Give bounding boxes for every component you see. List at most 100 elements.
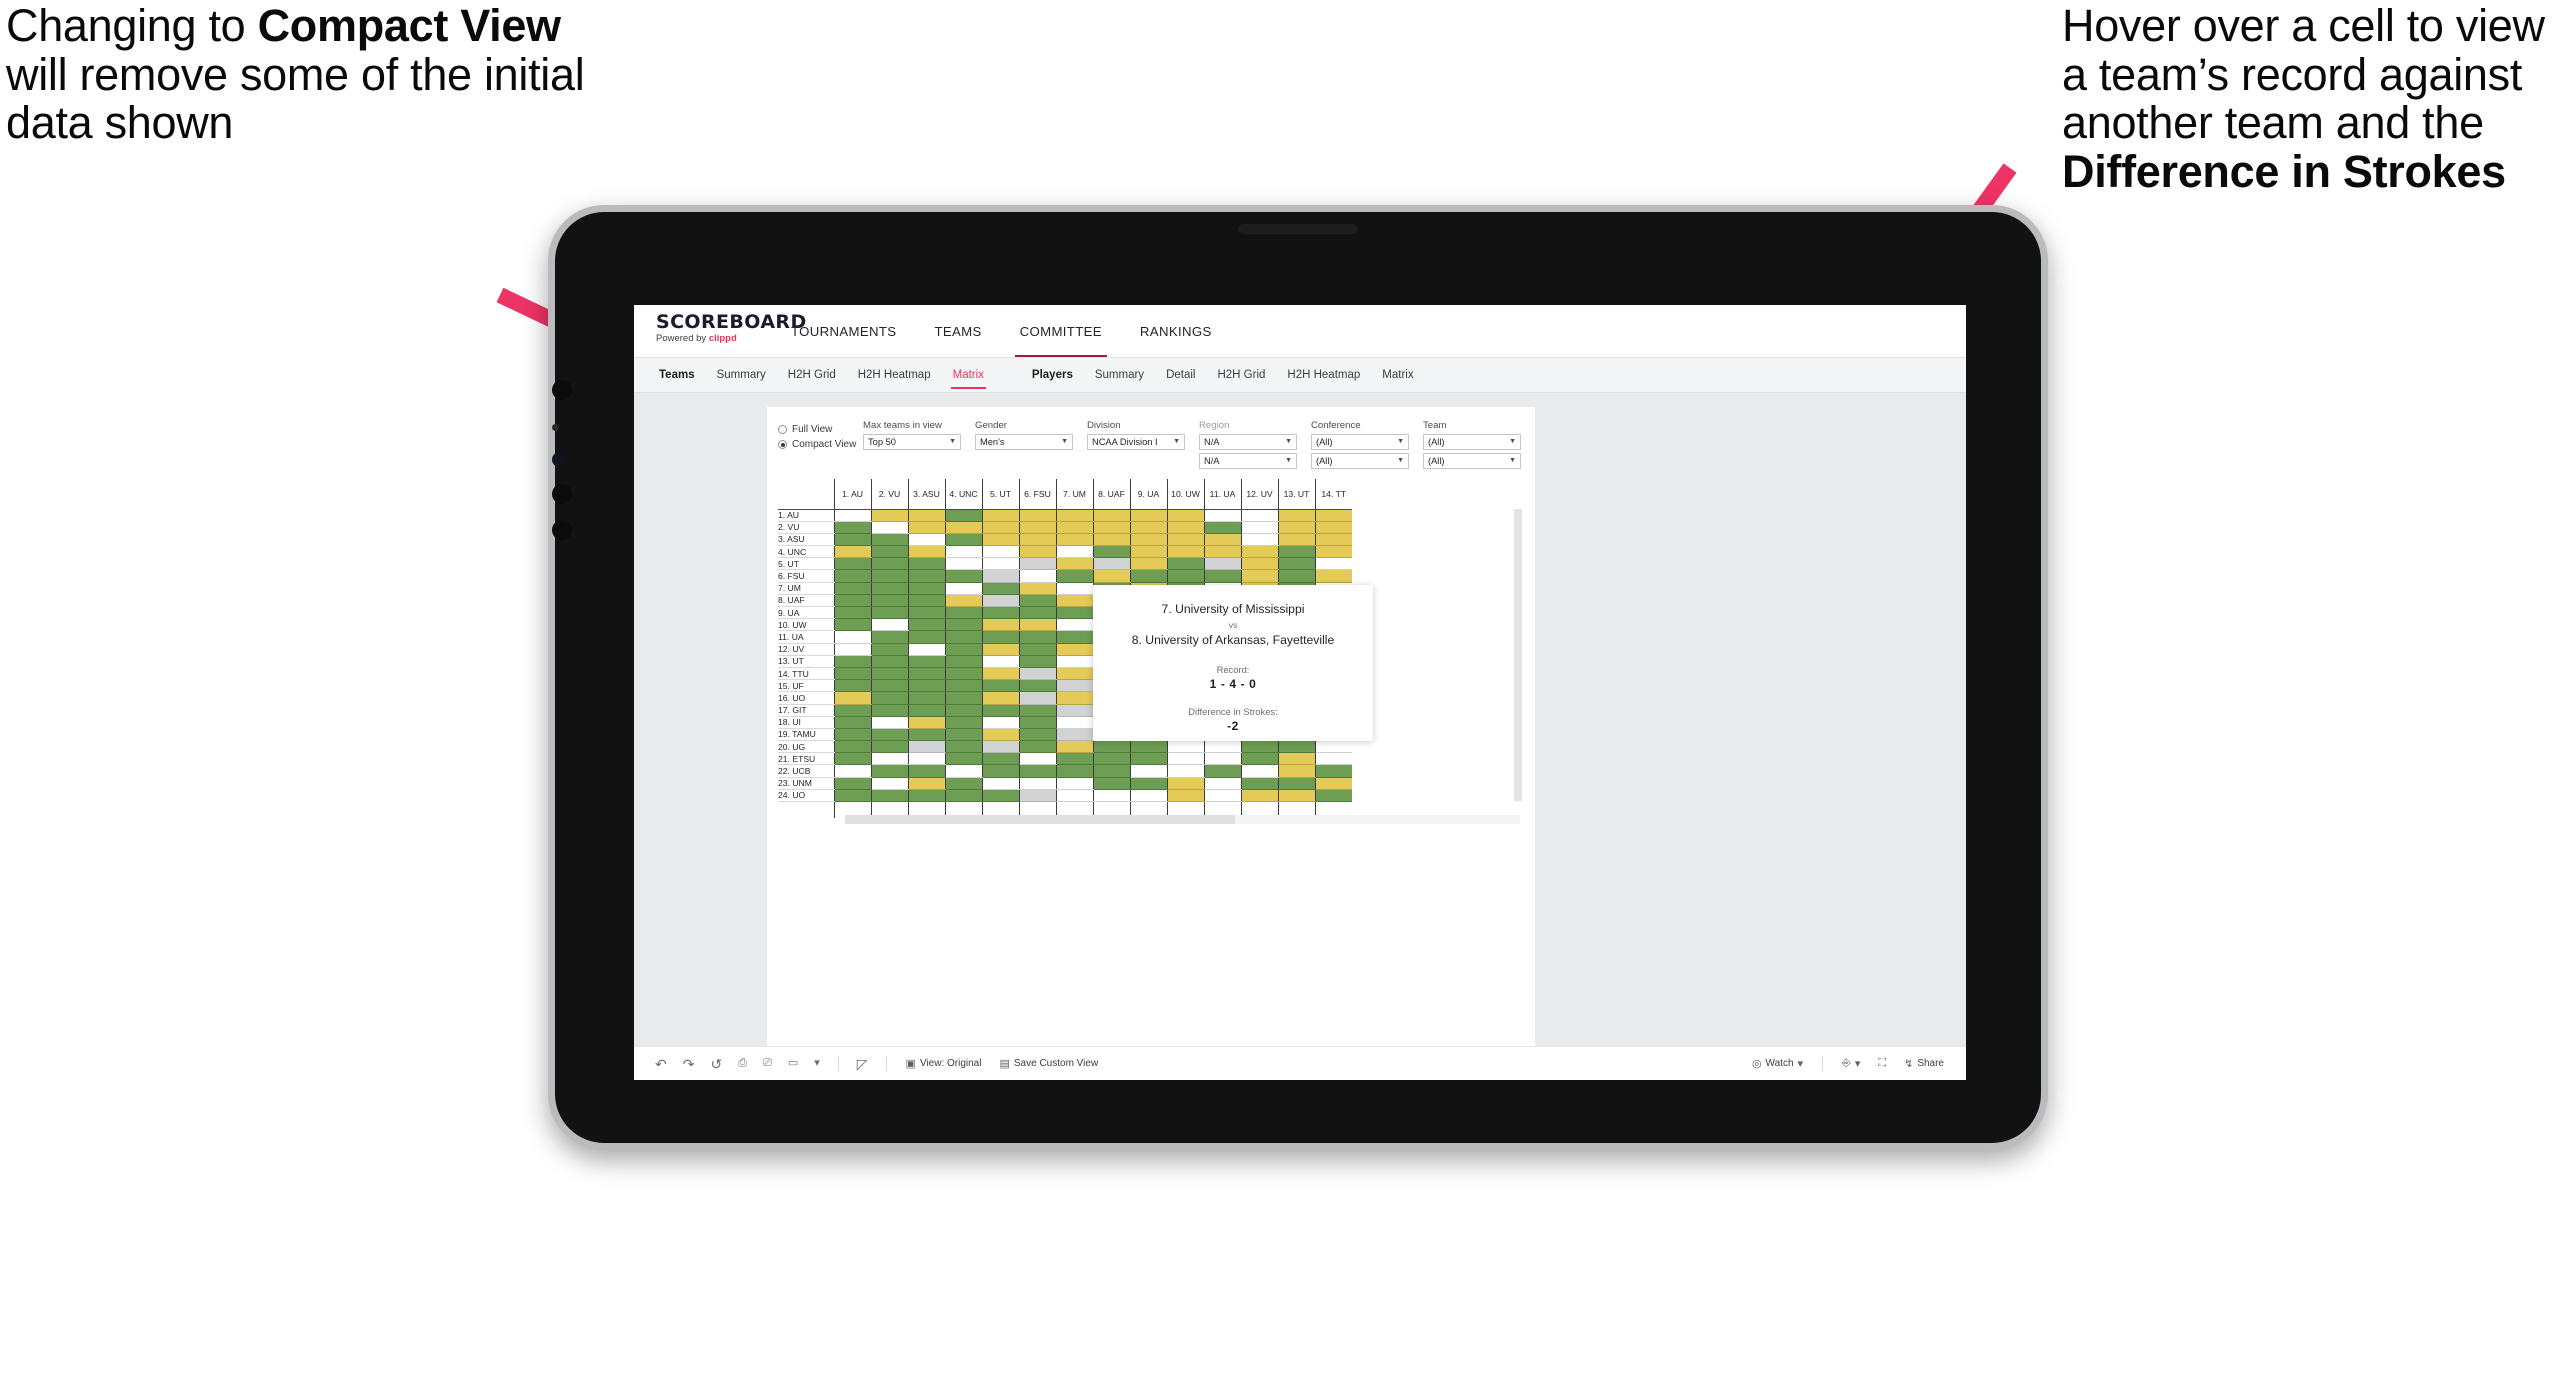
matrix-cell[interactable] (870, 679, 908, 693)
matrix-cell[interactable] (1055, 545, 1093, 559)
matrix-cell[interactable] (1203, 521, 1241, 534)
filter-team-select-2[interactable]: (All) ▼ (1423, 452, 1521, 469)
matrix-vertical-scrollbar[interactable] (1514, 509, 1522, 801)
matrix-cell[interactable] (833, 521, 871, 534)
matrix-cell[interactable] (1129, 557, 1167, 571)
matrix-cell[interactable] (944, 740, 982, 754)
matrix-cell[interactable] (944, 594, 982, 608)
matrix-cell[interactable] (981, 569, 1019, 583)
matrix-cell[interactable] (833, 582, 871, 595)
matrix-cell[interactable] (1018, 764, 1056, 778)
matrix-cell[interactable] (1314, 533, 1352, 547)
matrix-cell[interactable] (981, 582, 1019, 595)
matrix-cell[interactable] (1277, 509, 1315, 522)
matrix-cell[interactable] (907, 606, 945, 620)
matrix-cell[interactable] (944, 630, 982, 644)
matrix-cell[interactable] (907, 655, 945, 668)
matrix-cell[interactable] (944, 521, 982, 534)
matrix-cell[interactable] (870, 594, 908, 608)
history-clock-icon[interactable]: ◸ (850, 1057, 875, 1071)
matrix-cell[interactable] (981, 655, 1019, 668)
matrix-cell[interactable] (1203, 545, 1241, 559)
matrix-cell[interactable] (1240, 764, 1278, 778)
matrix-cell[interactable] (944, 704, 982, 717)
matrix-cell[interactable] (870, 630, 908, 644)
matrix-cell[interactable] (1055, 789, 1093, 803)
matrix-cell[interactable] (1055, 704, 1093, 717)
matrix-cell[interactable] (1314, 557, 1352, 571)
matrix-cell[interactable] (1203, 764, 1241, 778)
revert-icon[interactable]: ↺ (703, 1057, 729, 1071)
matrix-cell[interactable] (1240, 740, 1278, 754)
matrix-cell[interactable] (1055, 716, 1093, 729)
matrix-cell[interactable] (981, 740, 1019, 754)
nav-tournaments[interactable]: TOURNAMENTS (772, 305, 915, 357)
matrix-cell[interactable] (944, 533, 982, 547)
filter-team-select-1[interactable]: (All) ▼ (1423, 433, 1521, 450)
matrix-cell[interactable] (1240, 789, 1278, 803)
matrix-cell[interactable] (1018, 716, 1056, 729)
watch-button[interactable]: ◎ Watch ▾ (1744, 1057, 1811, 1070)
matrix-cell[interactable] (1092, 521, 1130, 534)
matrix-cell[interactable] (1055, 728, 1093, 742)
matrix-cell[interactable] (1055, 643, 1093, 656)
matrix-cell[interactable] (1314, 777, 1352, 790)
matrix-cell[interactable] (1055, 752, 1093, 766)
filter-max-teams-select[interactable]: Top 50 ▼ (863, 433, 961, 450)
matrix-cell[interactable] (1018, 582, 1056, 595)
matrix-cell[interactable] (981, 789, 1019, 803)
matrix-cell[interactable] (1018, 728, 1056, 742)
matrix-cell[interactable] (1092, 557, 1130, 571)
nav-rankings[interactable]: RANKINGS (1121, 305, 1231, 357)
matrix-cell[interactable] (1277, 521, 1315, 534)
matrix-cell[interactable] (1055, 740, 1093, 754)
view-original-button[interactable]: ▣ View: Original (898, 1057, 990, 1070)
matrix-cell[interactable] (833, 606, 871, 620)
matrix-cell[interactable] (870, 728, 908, 742)
matrix-cell[interactable] (981, 752, 1019, 766)
matrix-cell[interactable] (1055, 667, 1093, 681)
matrix-cell[interactable] (870, 606, 908, 620)
matrix-cell[interactable] (1018, 691, 1056, 705)
matrix-cell[interactable] (870, 533, 908, 547)
matrix-cell[interactable] (981, 716, 1019, 729)
matrix-cell[interactable] (1018, 679, 1056, 693)
matrix-cell[interactable] (1129, 569, 1167, 583)
matrix-cell[interactable] (833, 618, 871, 632)
matrix-cell[interactable] (1203, 752, 1241, 766)
matrix-cell[interactable] (907, 643, 945, 656)
matrix-cell[interactable] (1203, 789, 1241, 803)
matrix-cell[interactable] (833, 630, 871, 644)
matrix-cell[interactable] (944, 643, 982, 656)
matrix-cell[interactable] (1277, 740, 1315, 754)
matrix-cell[interactable] (833, 569, 871, 583)
matrix-cell[interactable] (907, 557, 945, 571)
matrix-cell[interactable] (1129, 740, 1167, 754)
matrix-cell[interactable] (1055, 509, 1093, 522)
matrix-cell[interactable] (907, 679, 945, 693)
subnav-players-detail[interactable]: Detail (1155, 358, 1206, 392)
matrix-horizontal-scrollbar[interactable] (845, 815, 1520, 824)
refresh-data-icon[interactable]: ⎙ (731, 1058, 754, 1069)
matrix-cell[interactable] (1129, 521, 1167, 534)
matrix-cell[interactable] (1166, 557, 1204, 571)
matrix-cell[interactable] (1018, 704, 1056, 717)
matrix-cell[interactable] (1129, 545, 1167, 559)
matrix-cell[interactable] (870, 764, 908, 778)
matrix-cell[interactable] (944, 691, 982, 705)
filter-region-select-2[interactable]: N/A ▼ (1199, 452, 1297, 469)
matrix-cell[interactable] (1203, 740, 1241, 754)
matrix-cell[interactable] (907, 777, 945, 790)
matrix-cell[interactable] (944, 667, 982, 681)
matrix-cell[interactable] (907, 594, 945, 608)
matrix-cell[interactable] (1203, 777, 1241, 790)
matrix-cell[interactable] (1277, 764, 1315, 778)
undo-icon[interactable]: ↶ (648, 1057, 674, 1071)
matrix-cell[interactable] (944, 509, 982, 522)
matrix-cell[interactable] (1277, 533, 1315, 547)
matrix-cell[interactable] (1055, 582, 1093, 595)
subnav-players-h2h-heatmap[interactable]: H2H Heatmap (1276, 358, 1371, 392)
matrix-cell[interactable] (1240, 557, 1278, 571)
matrix-cell[interactable] (1018, 557, 1056, 571)
matrix-cell[interactable] (1055, 618, 1093, 632)
